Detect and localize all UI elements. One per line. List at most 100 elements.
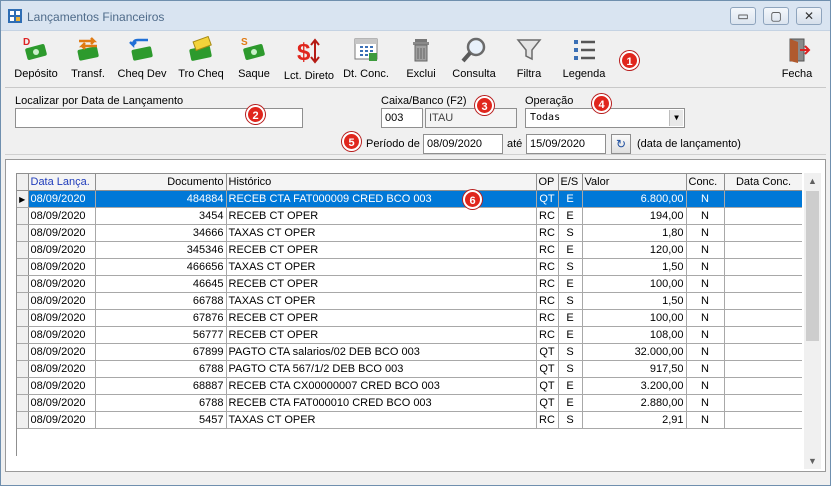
column-header-reconciliation-date[interactable]: Data Conc. [724, 173, 802, 191]
row-indicator[interactable] [17, 292, 29, 310]
cell-in-out[interactable]: E [558, 394, 583, 412]
cell-in-out[interactable]: S [558, 411, 583, 429]
row-indicator[interactable] [17, 326, 29, 344]
cell-reconciliation-date[interactable] [724, 360, 802, 378]
table-row[interactable]: 08/09/2020 66788 TAXAS CT OPER RC S 1,50 N [17, 292, 802, 310]
cell-op[interactable]: QT [536, 377, 559, 395]
cell-history[interactable]: RECEB CTA FAT000010 CRED BCO 003 [226, 394, 537, 412]
cell-op[interactable]: RC [536, 292, 559, 310]
cell-date[interactable]: 08/09/2020 [28, 190, 96, 208]
cell-document[interactable]: 6788 [95, 360, 227, 378]
cell-date[interactable]: 08/09/2020 [28, 207, 96, 225]
cell-reconciled[interactable]: N [686, 258, 725, 276]
row-indicator[interactable] [17, 258, 29, 276]
cell-reconciled[interactable]: N [686, 309, 725, 327]
cell-reconciliation-date[interactable] [724, 275, 802, 293]
column-header-date[interactable]: Data Lança. [28, 173, 96, 191]
table-row[interactable]: 08/09/2020 345346 RECEB CT OPER RC E 120,00 N [17, 241, 802, 259]
cell-op[interactable]: RC [536, 411, 559, 429]
cell-op[interactable]: QT [536, 190, 559, 208]
cell-reconciliation-date[interactable] [724, 292, 802, 310]
row-indicator[interactable] [17, 343, 29, 361]
cell-in-out[interactable]: E [558, 241, 583, 259]
column-header-document[interactable]: Documento [95, 173, 227, 191]
cell-document[interactable]: 345346 [95, 241, 227, 259]
cell-op[interactable]: RC [536, 241, 559, 259]
table-row[interactable]: 08/09/2020 68887 RECEB CTA CX00000007 CRED… [17, 377, 802, 395]
cell-in-out[interactable]: E [558, 207, 583, 225]
cell-document[interactable]: 34666 [95, 224, 227, 242]
row-indicator[interactable] [17, 360, 29, 378]
cell-reconciled[interactable]: N [686, 377, 725, 395]
cell-history[interactable]: RECEB CTA CX00000007 CRED BCO 003 [226, 377, 537, 395]
entries-grid[interactable]: Data Lança. Documento Histórico OP E/S V… [16, 173, 802, 456]
cell-reconciled[interactable]: N [686, 241, 725, 259]
table-row[interactable]: 08/09/2020 56777 RECEB CT OPER RC E 108,00 N [17, 326, 802, 344]
filter-button[interactable]: Filtra [511, 36, 547, 84]
cell-reconciled[interactable]: N [686, 326, 725, 344]
cell-reconciliation-date[interactable] [724, 258, 802, 276]
cell-reconciled[interactable]: N [686, 394, 725, 412]
cell-in-out[interactable]: E [558, 326, 583, 344]
cell-value[interactable]: 1,50 [582, 292, 687, 310]
check-exchange-button[interactable]: Tro Cheq [175, 36, 227, 84]
cell-value[interactable]: 6.800,00 [582, 190, 687, 208]
table-row[interactable]: 08/09/2020 67876 RECEB CT OPER RC E 100,00 N [17, 309, 802, 327]
cell-date[interactable]: 08/09/2020 [28, 224, 96, 242]
cell-document[interactable]: 3454 [95, 207, 227, 225]
cell-in-out[interactable]: E [558, 275, 583, 293]
cell-date[interactable]: 08/09/2020 [28, 241, 96, 259]
cell-history[interactable]: RECEB CT OPER [226, 326, 537, 344]
withdraw-button[interactable]: S Saque [233, 36, 275, 84]
cell-value[interactable]: 1,50 [582, 258, 687, 276]
table-row[interactable]: 08/09/2020 67899 PAGTO CTA salarios/02 DEB… [17, 343, 802, 361]
scroll-down-icon[interactable]: ▼ [804, 453, 821, 469]
cell-date[interactable]: 08/09/2020 [28, 258, 96, 276]
cell-reconciliation-date[interactable] [724, 224, 802, 242]
cell-date[interactable]: 08/09/2020 [28, 326, 96, 344]
close-form-button[interactable]: Fecha [777, 36, 817, 84]
row-indicator[interactable]: ▶ [17, 190, 29, 208]
cell-reconciliation-date[interactable] [724, 309, 802, 327]
cell-document[interactable]: 56777 [95, 326, 227, 344]
cell-document[interactable]: 484884 [95, 190, 227, 208]
cell-history[interactable]: PAGTO CTA 567/1/2 DEB BCO 003 [226, 360, 537, 378]
cell-reconciliation-date[interactable] [724, 190, 802, 208]
cell-value[interactable]: 917,50 [582, 360, 687, 378]
cell-in-out[interactable]: E [558, 377, 583, 395]
scroll-thumb[interactable] [806, 191, 819, 341]
reconciliation-date-button[interactable]: Dt. Conc. [341, 36, 391, 84]
cell-history[interactable]: TAXAS CT OPER [226, 292, 537, 310]
cell-op[interactable]: QT [536, 394, 559, 412]
table-row[interactable]: 08/09/2020 5457 TAXAS CT OPER RC S 2,91 N [17, 411, 802, 429]
cell-reconciled[interactable]: N [686, 190, 725, 208]
cell-date[interactable]: 08/09/2020 [28, 309, 96, 327]
cell-reconciled[interactable]: N [686, 411, 725, 429]
column-header-reconciled[interactable]: Conc. [686, 173, 725, 191]
row-indicator[interactable] [17, 224, 29, 242]
cell-op[interactable]: RC [536, 309, 559, 327]
cell-value[interactable]: 194,00 [582, 207, 687, 225]
cell-document[interactable]: 66788 [95, 292, 227, 310]
cell-date[interactable]: 08/09/2020 [28, 411, 96, 429]
scroll-up-icon[interactable]: ▲ [804, 173, 821, 189]
cell-document[interactable]: 6788 [95, 394, 227, 412]
cell-op[interactable]: RC [536, 275, 559, 293]
cell-reconciliation-date[interactable] [724, 343, 802, 361]
row-indicator[interactable] [17, 275, 29, 293]
cell-reconciliation-date[interactable] [724, 326, 802, 344]
period-to-input[interactable]: 15/09/2020 [526, 134, 606, 154]
query-button[interactable]: Consulta [451, 36, 497, 84]
cell-document[interactable]: 46645 [95, 275, 227, 293]
cell-value[interactable]: 100,00 [582, 275, 687, 293]
cell-document[interactable]: 466656 [95, 258, 227, 276]
transfer-button[interactable]: Transf. [65, 36, 111, 84]
cell-reconciled[interactable]: N [686, 207, 725, 225]
row-indicator[interactable] [17, 411, 29, 429]
cell-date[interactable]: 08/09/2020 [28, 343, 96, 361]
cell-in-out[interactable]: S [558, 224, 583, 242]
column-header-value[interactable]: Valor [582, 173, 687, 191]
cell-reconciliation-date[interactable] [724, 207, 802, 225]
cell-in-out[interactable]: S [558, 343, 583, 361]
cell-document[interactable]: 67899 [95, 343, 227, 361]
